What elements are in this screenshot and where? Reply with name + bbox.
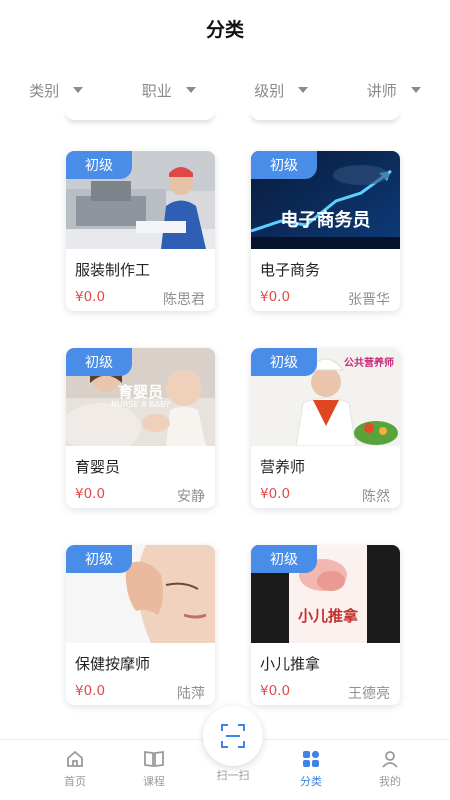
course-card[interactable]: 电子商务员 初级 电子商务 ¥0.0 张晋华 [251,151,400,311]
course-teacher: 王德亮 [348,686,390,702]
course-thumbnail: 育婴员 NURSE A BABY 初级 [66,348,215,446]
course-name: 服装制作工 [75,261,151,279]
page-header: 分类 [0,0,450,56]
filter-profession-label: 职业 [141,81,172,100]
page-title: 分类 [205,18,244,41]
course-thumbnail: 电子商务员 初级 [251,151,400,249]
dropdown-arrow-icon [73,87,84,93]
course-card[interactable]: 初级 保健按摩师 ¥0.0 陆萍 [66,545,215,705]
filter-profession[interactable]: 职业 [113,72,226,108]
tab-category-label: 分类 [300,775,322,788]
course-card[interactable]: 公共营养师 初级 营养师 ¥0.0 陈然 [251,348,400,508]
tab-home[interactable]: 首页 [40,748,110,789]
thumbnail-subcaption: NURSE A BABY [111,400,170,409]
card-edge-previous [251,110,399,120]
filter-teacher[interactable]: 讲师 [338,72,450,108]
tab-course-label: 课程 [143,775,165,788]
filter-category-label: 类别 [29,81,60,100]
tab-home-label: 首页 [64,775,86,788]
thumbnail-caption: 育婴员 [117,383,163,401]
course-teacher: 陈思君 [163,292,205,308]
level-badge: 初级 [251,151,317,179]
course-price: ¥0.0 [75,289,106,305]
course-price: ¥0.0 [260,486,291,502]
course-teacher: 陈然 [362,489,390,505]
user-icon [355,748,425,770]
card-edge-previous [66,110,214,120]
course-name: 保健按摩师 [75,655,151,673]
scan-icon [221,724,245,748]
home-icon [40,748,110,770]
course-card[interactable]: 初级 服装制作工 ¥0.0 陈思君 [66,151,215,311]
course-price: ¥0.0 [260,683,291,699]
thumbnail-caption: 小儿推拿 [297,607,358,625]
thumbnail-caption: 公共营养师 [344,358,394,369]
course-name: 育婴员 [75,458,121,476]
filter-category[interactable]: 类别 [0,72,113,108]
course-name: 电子商务 [260,261,321,279]
course-name: 小儿推拿 [260,655,321,673]
filter-level-label: 级别 [254,81,285,100]
grid-category-icon [276,748,346,770]
filter-teacher-label: 讲师 [366,81,397,100]
course-teacher: 安静 [177,489,205,505]
dropdown-arrow-icon [410,87,421,93]
course-price: ¥0.0 [75,486,106,502]
course-teacher: 张晋华 [348,292,390,308]
level-badge: 初级 [251,545,317,573]
course-card[interactable]: 育婴员 NURSE A BABY 初级 育婴员 ¥0.0 安静 [66,348,215,508]
tab-mine-label: 我的 [379,775,401,788]
level-badge: 初级 [66,151,132,179]
course-thumbnail: 初级 [66,151,215,249]
tab-scan-label: 扫一扫 [216,769,250,782]
course-teacher: 陆萍 [177,686,205,702]
level-badge: 初级 [66,545,132,573]
course-thumbnail: 小儿推拿 初级 [251,545,400,643]
book-icon [119,748,189,770]
course-name: 营养师 [260,458,306,476]
tab-category[interactable]: 分类 [276,748,346,789]
level-badge: 初级 [66,348,132,376]
course-price: ¥0.0 [260,289,291,305]
course-thumbnail: 公共营养师 初级 [251,348,400,446]
course-card[interactable]: 小儿推拿 初级 小儿推拿 ¥0.0 王德亮 [251,545,400,705]
dropdown-arrow-icon [185,87,196,93]
tab-course[interactable]: 课程 [119,748,189,789]
tab-scan[interactable]: 扫一扫 [198,767,268,783]
course-thumbnail: 初级 [66,545,215,643]
filter-level[interactable]: 级别 [225,72,338,108]
dropdown-arrow-icon [298,87,309,93]
course-price: ¥0.0 [75,683,106,699]
level-badge: 初级 [251,348,317,376]
thumbnail-caption: 电子商务员 [280,210,371,231]
scan-button[interactable] [203,706,263,766]
filter-bar: 类别 职业 级别 讲师 [0,72,450,108]
tab-mine[interactable]: 我的 [355,748,425,789]
